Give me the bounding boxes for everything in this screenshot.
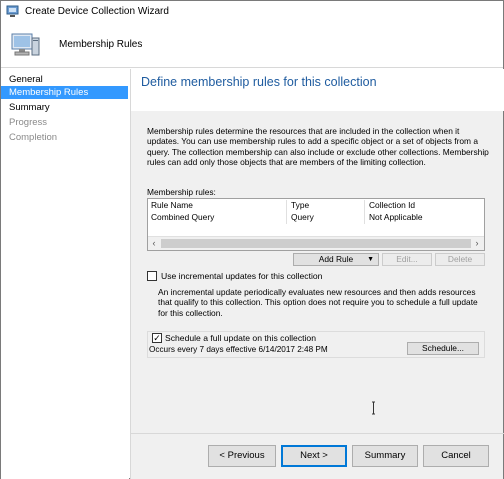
rules-label: Membership rules: [147, 187, 216, 197]
previous-button[interactable]: < Previous [208, 445, 276, 467]
schedule-full-update-checkbox[interactable]: ✓ [152, 333, 162, 343]
cell-rule-name: Combined Query [151, 212, 215, 222]
horizontal-scrollbar[interactable]: ‹ › [148, 236, 484, 250]
add-rule-label: Add Rule [318, 254, 354, 264]
incremental-updates-checkbox[interactable] [147, 271, 157, 281]
nav-item-progress: Progress [9, 117, 48, 128]
column-header[interactable]: Rule Name [148, 200, 193, 211]
add-rule-button[interactable]: Add Rule ▼ [293, 253, 379, 266]
section-title: Define membership rules for this collect… [141, 75, 377, 89]
scroll-right-icon[interactable]: › [471, 237, 483, 250]
window-title: Create Device Collection Wizard [25, 6, 169, 17]
cancel-button[interactable]: Cancel [423, 445, 489, 467]
computer-icon [9, 29, 41, 61]
rules-table[interactable]: Rule Name Type Collection Id Combined Qu… [147, 198, 485, 251]
incremental-updates-label[interactable]: Use incremental updates for this collect… [161, 271, 322, 281]
nav-item-membership-rules[interactable]: Membership Rules [1, 86, 128, 99]
main-panel: Define membership rules for this collect… [130, 69, 504, 479]
page-header-title: Membership Rules [59, 39, 143, 50]
schedule-button[interactable]: Schedule... [407, 342, 479, 355]
nav-item-summary[interactable]: Summary [1, 101, 128, 114]
schedule-summary: Occurs every 7 days effective 6/14/2017 … [149, 345, 328, 354]
schedule-full-update-label[interactable]: Schedule a full update on this collectio… [165, 333, 316, 343]
mouse-cursor-icon [370, 401, 380, 415]
column-header[interactable]: Collection Id [366, 200, 415, 211]
next-button[interactable]: Next > [281, 445, 347, 467]
incremental-description: An incremental update periodically evalu… [158, 287, 478, 318]
nav-item-completion: Completion [9, 132, 58, 143]
edit-button[interactable]: Edit... [382, 253, 432, 266]
column-header[interactable]: Type [288, 200, 309, 211]
wizard-window: Create Device Collection Wizard Membersh… [0, 0, 504, 479]
cell-type: Query [291, 212, 314, 222]
chevron-down-icon: ▼ [367, 256, 374, 263]
cell-collection-id: Not Applicable [369, 212, 423, 222]
wizard-app-icon [6, 5, 20, 18]
title-bar: Create Device Collection Wizard [1, 1, 503, 23]
description-text: Membership rules determine the resources… [147, 126, 489, 168]
delete-button[interactable]: Delete [435, 253, 485, 266]
nav-item-general[interactable]: General [1, 73, 128, 86]
table-header-row: Rule Name Type Collection Id [148, 200, 484, 211]
footer-divider [131, 433, 504, 434]
table-row[interactable]: Combined Query Query Not Applicable [148, 212, 484, 223]
summary-button[interactable]: Summary [352, 445, 418, 467]
wizard-header: Membership Rules [1, 23, 503, 68]
scroll-thumb[interactable] [161, 239, 471, 248]
scroll-left-icon[interactable]: ‹ [148, 237, 160, 250]
wizard-nav: General Membership Rules Summary Progres… [1, 69, 129, 479]
section-header: Define membership rules for this collect… [131, 69, 504, 111]
